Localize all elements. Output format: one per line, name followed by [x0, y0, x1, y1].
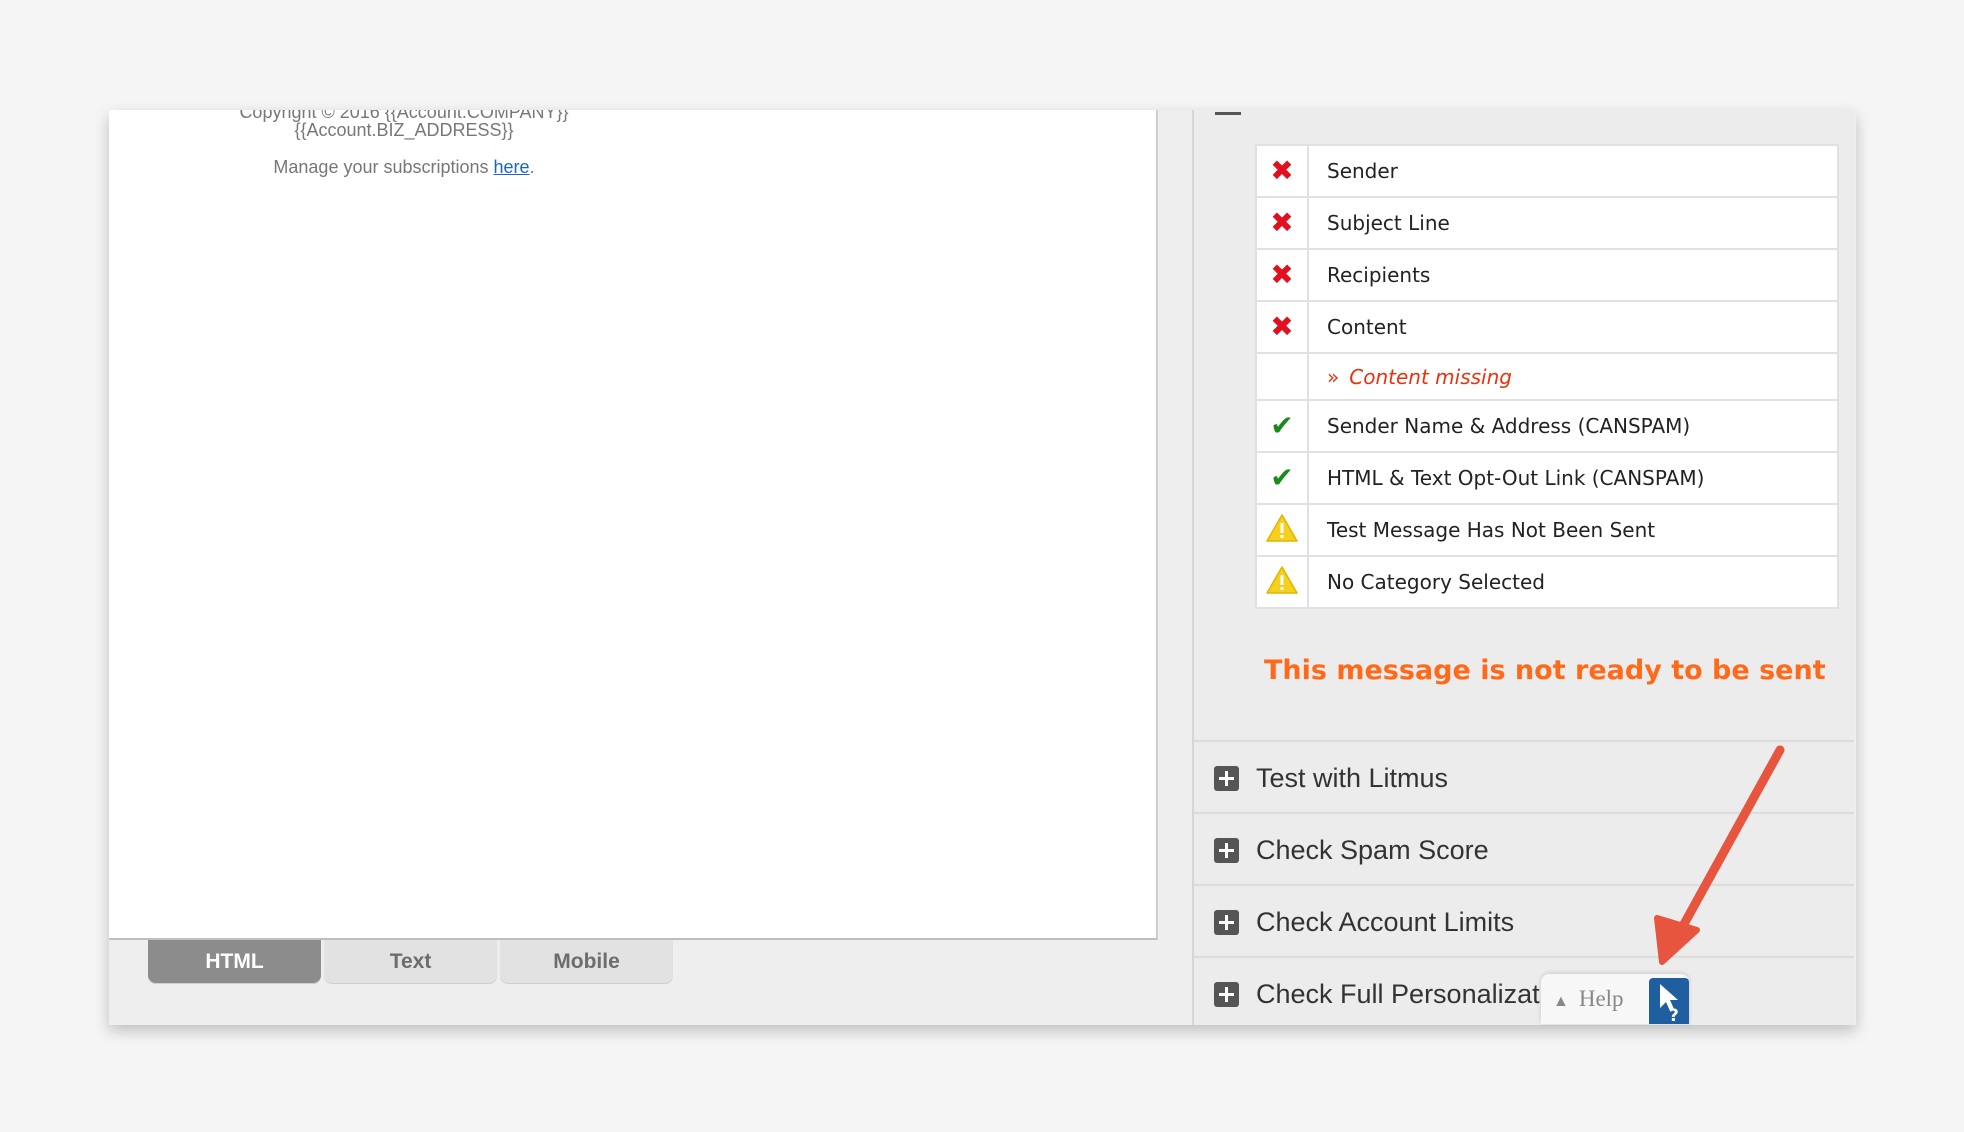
warning-icon	[1255, 503, 1309, 557]
checklist-label: Test Message Has Not Been Sent	[1307, 503, 1839, 557]
plus-square-icon[interactable]	[1214, 981, 1239, 1007]
not-ready-message: This message is not ready to be sent	[1264, 655, 1826, 686]
section-personalization[interactable]: Check Full Personalization	[1194, 956, 1854, 1025]
checklist-detail: » Content missing	[1307, 352, 1839, 401]
section-label[interactable]: Test with Litmus	[1256, 763, 1448, 794]
checklist-label: Recipients	[1307, 248, 1839, 302]
checklist-row: ✖ Sender	[1255, 144, 1839, 198]
plus-square-icon[interactable]	[1214, 837, 1239, 863]
section-spam-score[interactable]: Check Spam Score	[1194, 812, 1854, 886]
section-label[interactable]: Check Full Personalization	[1256, 979, 1576, 1010]
preview-tabs: HTML Text Mobile	[148, 940, 673, 984]
section-test-litmus[interactable]: Test with Litmus	[1194, 740, 1854, 814]
pre-send-checklist-panel: ✖ Sender ✖ Subject Line ✖ Recipients ✖ C…	[1192, 110, 1854, 1025]
svg-text:?: ?	[1669, 1006, 1679, 1024]
manage-subscriptions-line: Manage your subscriptions here.	[109, 157, 699, 177]
x-mark-icon: ✖	[1255, 144, 1309, 198]
checklist-row: ✖ Subject Line	[1255, 196, 1839, 250]
checklist-table: ✖ Sender ✖ Subject Line ✖ Recipients ✖ C…	[1255, 144, 1839, 609]
checklist-row: ✔ Sender Name & Address (CANSPAM)	[1255, 399, 1839, 453]
checklist-row: Test Message Has Not Been Sent	[1255, 503, 1839, 557]
tab-mobile[interactable]: Mobile	[500, 940, 673, 984]
checkmark-icon: ✔	[1255, 451, 1309, 505]
manage-subscriptions-link[interactable]: here	[494, 157, 530, 177]
email-editor-window: Copyright © 2016 {{Account.COMPANY}} {{A…	[109, 110, 1856, 1025]
caret-up-icon: ▲	[1553, 993, 1569, 1010]
help-cursor-icon[interactable]: ?	[1649, 978, 1689, 1026]
checklist-row: No Category Selected	[1255, 555, 1839, 609]
manage-suffix: .	[529, 157, 535, 177]
checklist-label: Content	[1307, 300, 1839, 354]
x-mark-icon: ✖	[1255, 248, 1309, 302]
checklist-label: Sender Name & Address (CANSPAM)	[1307, 399, 1839, 453]
x-mark-icon: ✖	[1255, 196, 1309, 250]
minus-square-icon[interactable]	[1215, 110, 1241, 115]
section-label[interactable]: Check Account Limits	[1256, 907, 1514, 938]
checklist-row: ✖ Content	[1255, 300, 1839, 354]
section-label[interactable]: Check Spam Score	[1256, 835, 1489, 866]
html-preview-pane: Copyright © 2016 {{Account.COMPANY}} {{A…	[109, 110, 1158, 940]
warning-icon	[1255, 555, 1309, 609]
manage-text: Manage your subscriptions	[273, 157, 494, 177]
checkmark-icon: ✔	[1255, 399, 1309, 453]
checklist-label: Sender	[1307, 144, 1839, 198]
checklist-row: ✖ Recipients	[1255, 248, 1839, 302]
help-label[interactable]: ▲ Help	[1553, 986, 1624, 1012]
checklist-label: Subject Line	[1307, 196, 1839, 250]
checklist-label: No Category Selected	[1307, 555, 1839, 609]
tab-html[interactable]: HTML	[148, 940, 321, 984]
checklist-row: ✔ HTML & Text Opt-Out Link (CANSPAM)	[1255, 451, 1839, 505]
section-account-limits[interactable]: Check Account Limits	[1194, 884, 1854, 958]
plus-square-icon[interactable]	[1214, 765, 1239, 791]
checklist-detail-label: Content missing	[1349, 364, 1512, 389]
checklist-detail-row: » Content missing	[1255, 352, 1839, 401]
double-chevron-icon: »	[1327, 364, 1340, 389]
checklist-label: HTML & Text Opt-Out Link (CANSPAM)	[1307, 451, 1839, 505]
plus-square-icon[interactable]	[1214, 909, 1239, 935]
x-mark-icon: ✖	[1255, 300, 1309, 354]
help-widget[interactable]: ▲ Help ?	[1541, 974, 1689, 1026]
footer-address: {{Account.BIZ_ADDRESS}}	[294, 120, 514, 140]
tab-text[interactable]: Text	[324, 940, 497, 984]
